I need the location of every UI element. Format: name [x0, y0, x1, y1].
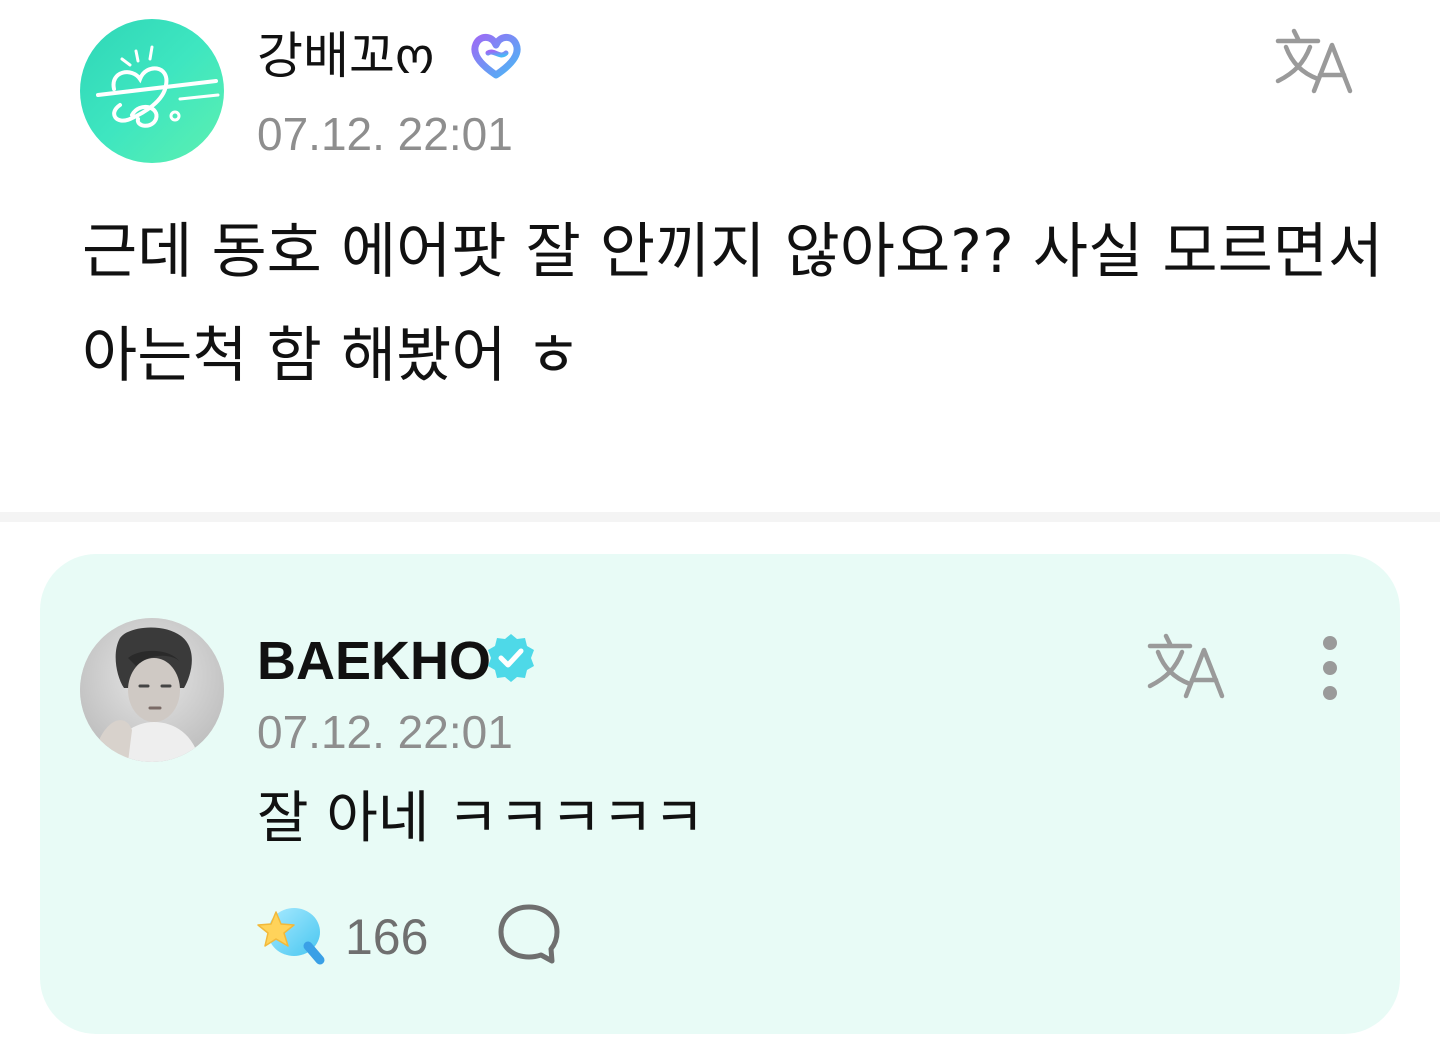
post-body-line: 아는척 함 해봤어 ㅎ: [82, 321, 581, 391]
comment-icon[interactable]: [496, 902, 562, 966]
post-author-name[interactable]: 강배꼬ო: [257, 24, 434, 88]
heart-badge-icon: [471, 33, 521, 79]
post-timestamp: 07.12. 22:01: [257, 108, 513, 160]
post-body-line: 근데 동호 에어팟 잘 안끼지 않아요?? 사실 모르면서: [82, 217, 1384, 287]
reply-timestamp: 07.12. 22:01: [257, 706, 513, 758]
star-lightstick-icon[interactable]: [256, 902, 328, 968]
like-count: 166: [345, 909, 429, 965]
artist-avatar[interactable]: [80, 618, 224, 762]
section-divider: [0, 512, 1440, 522]
post-body: 근데 동호 에어팟 잘 안끼지 않아요?? 사실 모르면서 아는척 함 해봤어 …: [82, 200, 1384, 408]
translate-icon[interactable]: [1146, 630, 1232, 700]
translate-icon[interactable]: [1274, 25, 1360, 95]
reply-body: 잘 아네 ㅋㅋㅋㅋㅋ: [257, 786, 705, 851]
user-avatar[interactable]: [80, 19, 224, 163]
reply-author-name[interactable]: BAEKHO: [257, 630, 491, 692]
verified-badge-icon: [488, 634, 534, 682]
more-vertical-icon[interactable]: [1304, 630, 1356, 706]
fan-post: 강배꼬ო 07.12. 22:01 근데 동호 에어팟 잘 안끼지 않아요?? …: [0, 0, 1440, 512]
artist-reply-card: [40, 554, 1400, 1034]
